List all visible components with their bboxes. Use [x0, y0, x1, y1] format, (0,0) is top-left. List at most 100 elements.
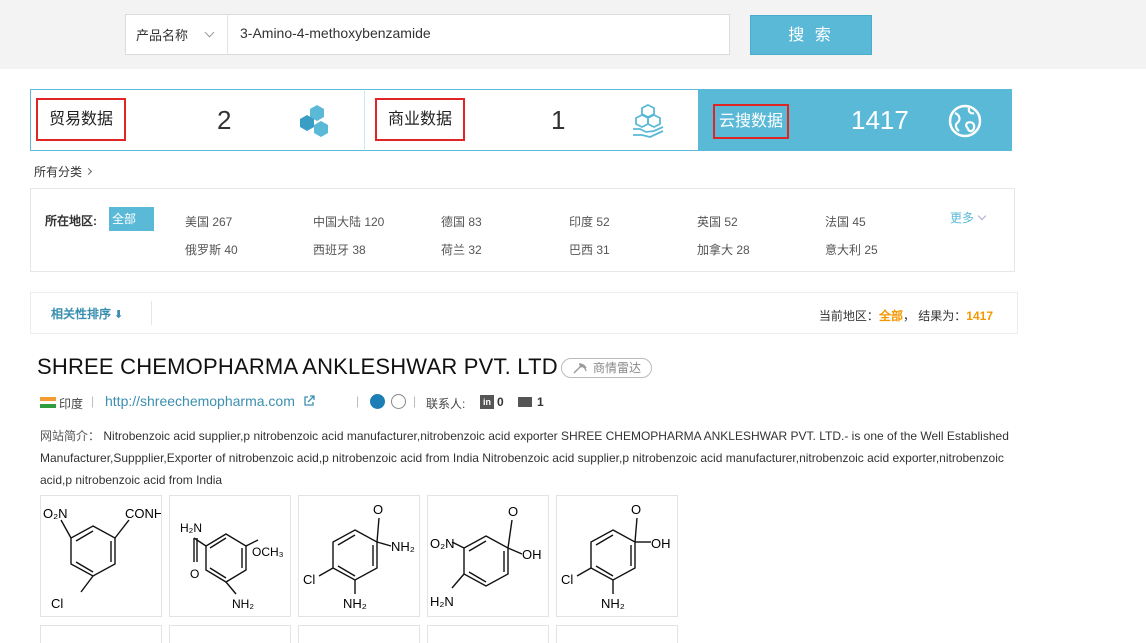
tab-trade-data[interactable]: 贸易数据 2 [30, 89, 365, 151]
structure-label: H₂N [430, 594, 454, 609]
hand-holding-cubes-icon [633, 103, 664, 138]
tab-label: 云搜数据 [713, 104, 790, 139]
structure-thumbnail[interactable] [556, 625, 678, 643]
region-option[interactable]: 巴西 31 [569, 241, 610, 258]
filter-all-button[interactable]: 全部 [109, 207, 154, 231]
result-summary: 当前地区：全部， 结果为：1417 [819, 307, 993, 324]
tab-count: 1 [551, 105, 566, 135]
structure-label: OH [651, 536, 671, 551]
tab-label: 商业数据 [375, 98, 466, 141]
sort-relevance-button[interactable]: 相关性排序 ⬇ [51, 305, 123, 322]
sort-bar: 相关性排序 ⬇ 当前地区：全部， 结果为：1417 [30, 292, 1018, 334]
filter-title: 所在地区: [45, 214, 97, 228]
radar-label: 商情雷达 [593, 361, 642, 375]
result-count: 1417 [966, 309, 993, 323]
result-label: ， 结果为： [902, 309, 967, 323]
company-name-link[interactable]: SHREE CHEMOPHARMA ANKLESHWAR PVT. LTD [37, 354, 558, 380]
region-filter: 所在地区: 全部 美国 267 中国大陆 120 德国 83 印度 52 英国 … [30, 188, 1015, 272]
tab-business-data[interactable]: 商业数据 1 [364, 89, 699, 151]
tab-cloud-search-data[interactable]: 云搜数据 1417 [698, 89, 1012, 151]
structure-label: OCH₃ [252, 545, 284, 559]
structure-label: Cl [51, 596, 63, 611]
chemical-structure-image: H₂N O OCH₃ NH₂ [180, 521, 284, 611]
chevron-right-icon [84, 167, 93, 176]
linkedin-count: 0 [497, 395, 504, 409]
divider: | [356, 394, 360, 408]
structure-thumbnail[interactable]: O OH Cl NH₂ [556, 495, 678, 617]
chemical-structure-image: O₂N CONH₂ Cl [43, 506, 168, 611]
market-radar-button[interactable]: 商情雷达 [561, 358, 652, 378]
structure-label: O [190, 567, 199, 581]
breadcrumb[interactable]: 所有分类 [34, 163, 93, 180]
search-type-label: 产品名称 [136, 28, 189, 43]
structure-thumbnail[interactable] [427, 625, 549, 643]
structure-thumbnail[interactable]: H₂N O OCH₃ NH₂ [169, 495, 291, 617]
description-text: Nitrobenzoic acid supplier,p nitrobenzoi… [40, 429, 1009, 487]
structure-thumbnail[interactable] [169, 625, 291, 643]
structure-label: Cl [303, 572, 315, 587]
structure-thumbnail[interactable] [298, 625, 420, 643]
structure-thumbnail[interactable]: O₂N O OH H₂N [427, 495, 549, 617]
region-option[interactable]: 俄罗斯 40 [185, 241, 238, 258]
structure-label: NH₂ [391, 539, 415, 554]
tab-count: 2 [217, 105, 232, 135]
phone-icon[interactable] [370, 394, 385, 409]
structure-thumbnail[interactable]: O NH₂ Cl NH₂ [298, 495, 420, 617]
structure-label: O₂N [430, 536, 455, 551]
india-flag-icon [40, 397, 56, 408]
structure-label: H₂N [180, 521, 202, 535]
search-button[interactable]: 搜 索 [750, 15, 872, 55]
region-option[interactable]: 法国 45 [825, 213, 866, 230]
divider [151, 301, 152, 325]
more-label: 更多 [950, 211, 975, 225]
search-type-select[interactable]: 产品名称 [126, 15, 228, 54]
mail-count: 1 [537, 395, 544, 409]
structure-label: OH [522, 547, 542, 562]
structure-label: NH₂ [343, 596, 367, 611]
current-region-label: 当前地区： [818, 309, 879, 323]
region-option[interactable]: 印度 52 [569, 213, 610, 230]
tab-label: 贸易数据 [36, 98, 127, 141]
chevron-down-icon [204, 27, 215, 38]
breadcrumb-label: 所有分类 [34, 165, 83, 179]
company-meta: 印度 | http://shreechemopharma.com | | 联系人… [40, 393, 640, 413]
globe-icon [948, 104, 982, 138]
search-box: 产品名称 3-Amino-4-methoxybenzamide [125, 14, 730, 55]
product-structure-gallery: O₂N CONH₂ Cl H₂N O OCH₃ NH₂ [40, 495, 740, 643]
region-option[interactable]: 英国 52 [697, 213, 738, 230]
company-description: 网站简介： Nitrobenzoic acid supplier,p nitro… [40, 425, 1015, 491]
search-input[interactable]: 3-Amino-4-methoxybenzamide [240, 25, 431, 41]
structure-label: CONH₂ [125, 506, 161, 521]
chemical-structure-image: O₂N O OH H₂N [430, 504, 542, 609]
external-link-icon[interactable] [303, 395, 315, 407]
structure-label: O₂N [43, 506, 68, 521]
structure-label: O [508, 504, 518, 519]
region-option[interactable]: 中国大陆 120 [313, 213, 384, 230]
website-icon[interactable] [391, 394, 406, 409]
company-country: 印度 [59, 397, 84, 411]
region-option[interactable]: 加拿大 28 [697, 241, 750, 258]
region-option[interactable]: 意大利 25 [825, 241, 878, 258]
description-label: 网站简介： [40, 429, 101, 443]
radar-icon [573, 363, 587, 374]
chevron-down-icon [977, 211, 987, 221]
contact-label: 联系人: [426, 397, 466, 411]
more-regions-button[interactable]: 更多 [950, 209, 987, 226]
structure-thumbnail[interactable] [40, 625, 162, 643]
arrow-down-icon: ⬇ [114, 309, 124, 321]
company-website-link[interactable]: http://shreechemopharma.com [105, 393, 295, 409]
region-option[interactable]: 西班牙 38 [313, 241, 366, 258]
mail-icon[interactable] [518, 397, 532, 407]
sort-label: 相关性排序 [51, 307, 112, 321]
tab-count: 1417 [851, 105, 909, 135]
structure-label: Cl [561, 572, 573, 587]
region-option[interactable]: 美国 267 [185, 213, 232, 230]
chemical-structure-image: O OH Cl NH₂ [561, 502, 671, 611]
structure-thumbnail[interactable]: O₂N CONH₂ Cl [40, 495, 168, 617]
structure-label: NH₂ [232, 597, 254, 611]
region-option[interactable]: 德国 83 [441, 213, 482, 230]
linkedin-icon[interactable]: in [480, 395, 494, 409]
structure-label: O [631, 502, 641, 517]
hexagon-cluster-icon [300, 105, 328, 137]
region-option[interactable]: 荷兰 32 [441, 241, 482, 258]
